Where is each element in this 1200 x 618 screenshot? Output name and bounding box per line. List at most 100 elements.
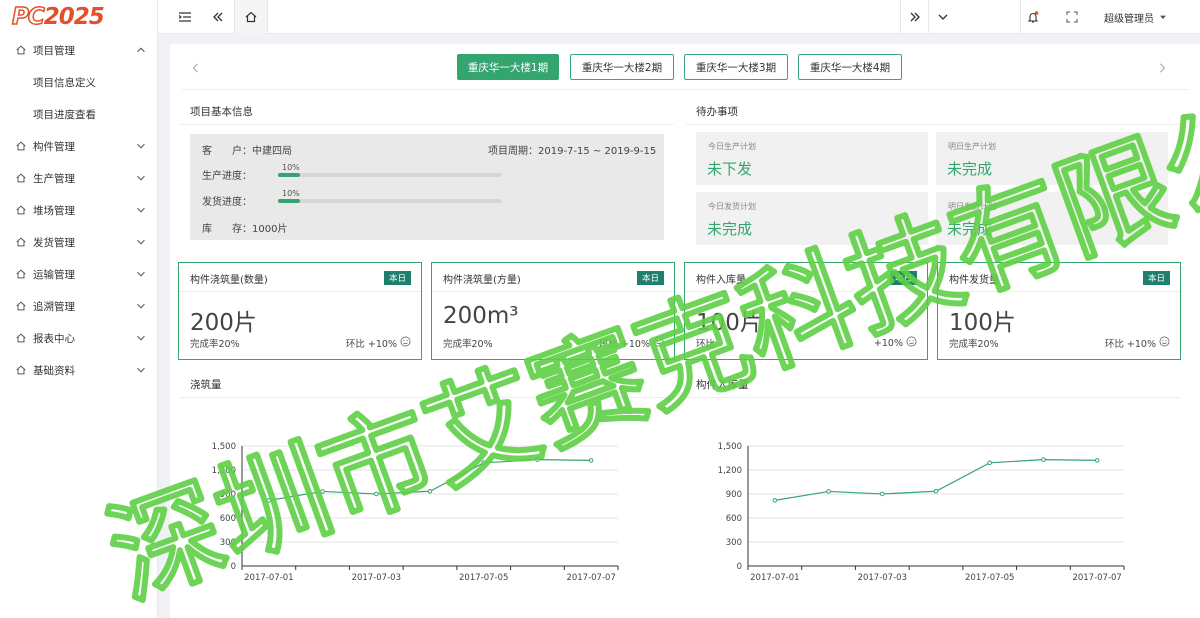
storage-chart-title: 构件入库量 <box>696 379 749 391</box>
data-point[interactable] <box>1041 457 1046 462</box>
data-point[interactable] <box>588 458 594 463</box>
period-next-button[interactable] <box>1154 58 1170 78</box>
smile-icon <box>1156 336 1170 350</box>
divider <box>686 397 1180 398</box>
y-tick-label: 0 <box>737 562 742 572</box>
todo-title: 待办事项 <box>696 106 738 118</box>
kpi-badge: 本日 <box>636 271 664 285</box>
y-tick-label: 1,500 <box>718 442 742 452</box>
chevron-down-icon <box>135 204 147 216</box>
user-menu[interactable]: 超级管理员 <box>1100 0 1172 34</box>
data-point[interactable] <box>535 457 540 462</box>
chevron-up-icon <box>135 44 147 56</box>
sidebar-item-8[interactable]: 基础资料 <box>0 354 157 386</box>
home-icon <box>245 11 257 23</box>
sidebar-item-6[interactable]: 追溯管理 <box>0 290 157 322</box>
kpi-footer-left: 完成率20% <box>443 339 493 350</box>
stock-value: 1000片 <box>252 224 288 235</box>
menu-toggle-button[interactable] <box>172 0 198 34</box>
sidebar-item-2[interactable]: 生产管理 <box>0 162 157 194</box>
divider <box>179 291 421 292</box>
x-tick-label: 2017-07-05 <box>459 573 508 583</box>
logo-outline-text: PC <box>11 3 45 31</box>
todo-card-1[interactable]: 明日生产计划 未完成 <box>936 132 1168 185</box>
period-button-1[interactable]: 重庆华一大楼1期 <box>457 54 559 80</box>
stock-label: 库 存： <box>202 224 252 235</box>
data-point[interactable] <box>481 460 487 466</box>
kpi-badge: 本日 <box>383 271 411 285</box>
home-icon <box>15 300 27 312</box>
kpi-card-1[interactable]: 构件浇筑量(方量) 本日 200m³ 完成率20% 环比 +10% <box>431 262 675 360</box>
user-name: 超级管理员 <box>1104 13 1154 25</box>
data-point[interactable] <box>373 491 379 497</box>
tabs-menu-button[interactable] <box>928 0 956 34</box>
kpi-card-2[interactable]: 构件入库量 本日 100片 环比 +10% <box>684 262 928 360</box>
kpi-card-0[interactable]: 构件浇筑量(数量) 本日 200片 完成率20% 环比 +10% <box>178 262 422 360</box>
sidebar-item-4[interactable]: 发货管理 <box>0 226 157 258</box>
shipping-percent: 10% <box>282 189 300 198</box>
x-tick-label: 2017-07-03 <box>352 573 401 583</box>
fullscreen-button[interactable] <box>1060 0 1084 34</box>
double-chevron-left-icon <box>213 12 223 22</box>
todo-card-3[interactable]: 明日发货计划 未完成 <box>936 192 1168 245</box>
period-button-2[interactable]: 重庆华一大楼2期 <box>570 54 674 80</box>
smile-icon <box>650 336 664 350</box>
sidebar-item-label: 追溯管理 <box>33 300 75 313</box>
period-button-3[interactable]: 重庆华一大楼3期 <box>684 54 788 80</box>
notification-button[interactable] <box>1020 0 1044 34</box>
app-logo[interactable]: PC 2025 <box>0 0 157 34</box>
production-progress <box>278 173 502 177</box>
data-point[interactable] <box>987 460 993 466</box>
shipping-progress-fill <box>278 199 301 203</box>
data-point[interactable] <box>427 488 433 494</box>
sidebar-item-5[interactable]: 运输管理 <box>0 258 157 290</box>
period-button-4[interactable]: 重庆华一大楼4期 <box>798 54 902 80</box>
kpi-footer-right: 环比 +10% <box>599 336 664 350</box>
period-prev-button[interactable] <box>188 58 204 78</box>
kpi-card-3[interactable]: 构件发货量 本日 100片 完成率20% 环比 +10% <box>937 262 1181 360</box>
chevron-left-icon <box>192 63 199 73</box>
y-tick-label: 900 <box>726 490 742 500</box>
indent-icon <box>178 12 191 22</box>
kpi-badge: 本日 <box>1142 271 1170 285</box>
todo-card-2[interactable]: 今日发货计划 未完成 <box>696 192 928 245</box>
x-tick-label: 2017-07-03 <box>858 573 907 583</box>
chevron-down-icon <box>135 364 147 376</box>
sidebar-menu: 项目管理项目信息定义 项目进度查看 构件管理生产管理堆场管理发货管理 运输管理追溯管理… <box>0 34 157 386</box>
y-tick-label: 600 <box>220 514 236 524</box>
sidebar-subitem-0-1[interactable]: 项目进度查看 <box>0 98 157 130</box>
tabs-scroll-left-button[interactable] <box>205 0 231 34</box>
home-icon <box>15 268 27 280</box>
data-point[interactable] <box>266 498 272 503</box>
chevron-down-icon <box>135 332 147 344</box>
todo-card-0[interactable]: 今日生产计划 未下发 <box>696 132 928 185</box>
chevron-down-icon <box>938 14 947 20</box>
sidebar-item-7[interactable]: 报表中心 <box>0 322 157 354</box>
data-point[interactable] <box>772 498 778 503</box>
todo-value: 未下发 <box>707 160 753 178</box>
sidebar-item-label: 堆场管理 <box>33 204 75 217</box>
sidebar-item-3[interactable]: 堆场管理 <box>0 194 157 226</box>
todo-label: 今日生产计划 <box>708 142 756 151</box>
smile-icon <box>903 336 917 350</box>
kpi-value: 200片 <box>190 310 257 336</box>
tabs-scroll-right-button[interactable] <box>900 0 928 34</box>
data-point[interactable] <box>826 489 831 494</box>
data-point[interactable] <box>879 491 885 497</box>
tab-home[interactable] <box>234 0 268 34</box>
home-icon <box>15 332 27 344</box>
sidebar-item-label: 项目管理 <box>33 44 75 57</box>
data-point[interactable] <box>320 489 325 494</box>
data-point[interactable] <box>1094 458 1100 463</box>
sidebar-subitem-0-0[interactable]: 项目信息定义 <box>0 66 157 98</box>
divider <box>180 397 674 398</box>
sidebar-item-0[interactable]: 项目管理 <box>0 34 157 66</box>
data-point[interactable] <box>933 488 939 494</box>
divider <box>686 124 1180 125</box>
todo-label: 明日发货计划 <box>948 202 996 211</box>
sidebar-item-label: 生产管理 <box>33 172 75 185</box>
dashboard-main: 重庆华一大楼1期 重庆华一大楼2期 重庆华一大楼3期 重庆华一大楼4期 项目基本信息 … <box>170 44 1200 618</box>
sidebar-item-1[interactable]: 构件管理 <box>0 130 157 162</box>
chevron-down-icon <box>135 268 147 280</box>
fullscreen-icon <box>1066 11 1078 23</box>
